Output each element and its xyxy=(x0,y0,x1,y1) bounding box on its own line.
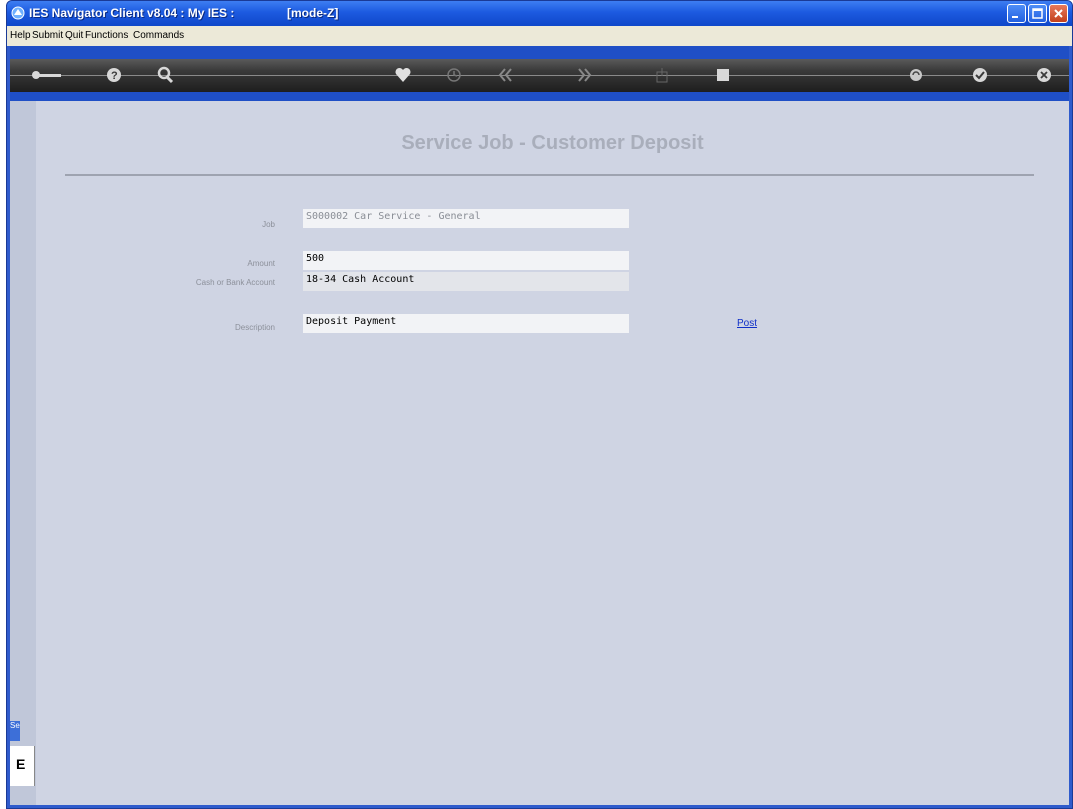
toolbar: ? xyxy=(10,46,1069,101)
favorite-button[interactable] xyxy=(393,64,417,86)
account-label: Cash or Bank Account xyxy=(195,278,275,287)
export-button[interactable] xyxy=(652,64,676,86)
title-divider xyxy=(65,174,1034,176)
window-title: IES Navigator Client v8.04 : My IES : xyxy=(29,6,235,20)
menu-bar: Help Submit Quit Functions Commands xyxy=(7,26,1072,46)
export-icon xyxy=(656,68,668,83)
sync-icon xyxy=(910,69,922,81)
menu-submit[interactable]: Submit xyxy=(32,30,63,41)
close-icon xyxy=(1037,68,1051,82)
amount-input[interactable]: 500 xyxy=(303,251,629,270)
sync-button[interactable] xyxy=(906,64,930,86)
minimize-button[interactable] xyxy=(1007,4,1026,23)
job-field: S000002 Car Service - General xyxy=(303,209,629,228)
toolbar-strip: ? xyxy=(10,59,1069,92)
left-gutter xyxy=(10,101,36,805)
menu-quit[interactable]: Quit xyxy=(65,30,83,41)
check-icon xyxy=(973,68,987,82)
search-icon xyxy=(157,66,174,84)
close-window-button[interactable] xyxy=(1049,4,1068,23)
title-bar[interactable]: IES Navigator Client v8.04 : My IES : [m… xyxy=(7,1,1072,26)
side-tab-label: Se xyxy=(10,721,20,730)
content-area: Se E Service Job - Customer Deposit Job … xyxy=(10,101,1069,805)
fast-forward-button[interactable] xyxy=(574,64,598,86)
fast-forward-icon xyxy=(578,68,592,82)
minimize-icon xyxy=(1012,16,1018,18)
side-panel-tab[interactable]: E xyxy=(10,746,35,786)
amount-label: Amount xyxy=(247,259,275,268)
maximize-button[interactable] xyxy=(1028,4,1047,23)
rewind-button[interactable] xyxy=(496,64,520,86)
rewind-icon xyxy=(498,68,512,82)
side-panel-tab-label: E xyxy=(16,756,26,772)
stop-button[interactable] xyxy=(713,64,737,86)
search-button[interactable] xyxy=(155,64,179,86)
help-button[interactable]: ? xyxy=(104,64,128,86)
description-input[interactable]: Deposit Payment xyxy=(303,314,629,333)
app-window: IES Navigator Client v8.04 : My IES : [m… xyxy=(6,0,1073,809)
confirm-button[interactable] xyxy=(970,64,994,86)
clock-icon xyxy=(447,68,461,82)
key-button[interactable] xyxy=(30,64,61,86)
close-icon xyxy=(1054,9,1063,18)
mode-indicator: [mode-Z] xyxy=(287,6,339,20)
heart-icon xyxy=(395,67,411,82)
page-title: Service Job - Customer Deposit xyxy=(401,132,704,154)
app-icon xyxy=(11,6,25,20)
account-select[interactable]: 18-34 Cash Account xyxy=(303,272,629,291)
key-icon xyxy=(32,71,61,79)
window-bottom-edge xyxy=(7,805,1072,808)
form-panel: Service Job - Customer Deposit Job S0000… xyxy=(36,101,1069,805)
menu-functions[interactable]: Functions xyxy=(85,30,128,41)
menu-commands[interactable]: Commands xyxy=(133,30,184,41)
svg-text:?: ? xyxy=(111,70,118,82)
help-icon: ? xyxy=(107,68,121,82)
maximize-icon xyxy=(1032,8,1043,19)
history-button[interactable] xyxy=(444,64,468,86)
description-label: Description xyxy=(234,323,275,332)
side-tab[interactable]: Se xyxy=(10,721,20,741)
stop-icon xyxy=(717,69,729,81)
job-label: Job xyxy=(262,220,275,229)
cancel-button[interactable] xyxy=(1034,64,1058,86)
post-link[interactable]: Post xyxy=(737,318,757,329)
menu-help[interactable]: Help xyxy=(10,30,31,41)
